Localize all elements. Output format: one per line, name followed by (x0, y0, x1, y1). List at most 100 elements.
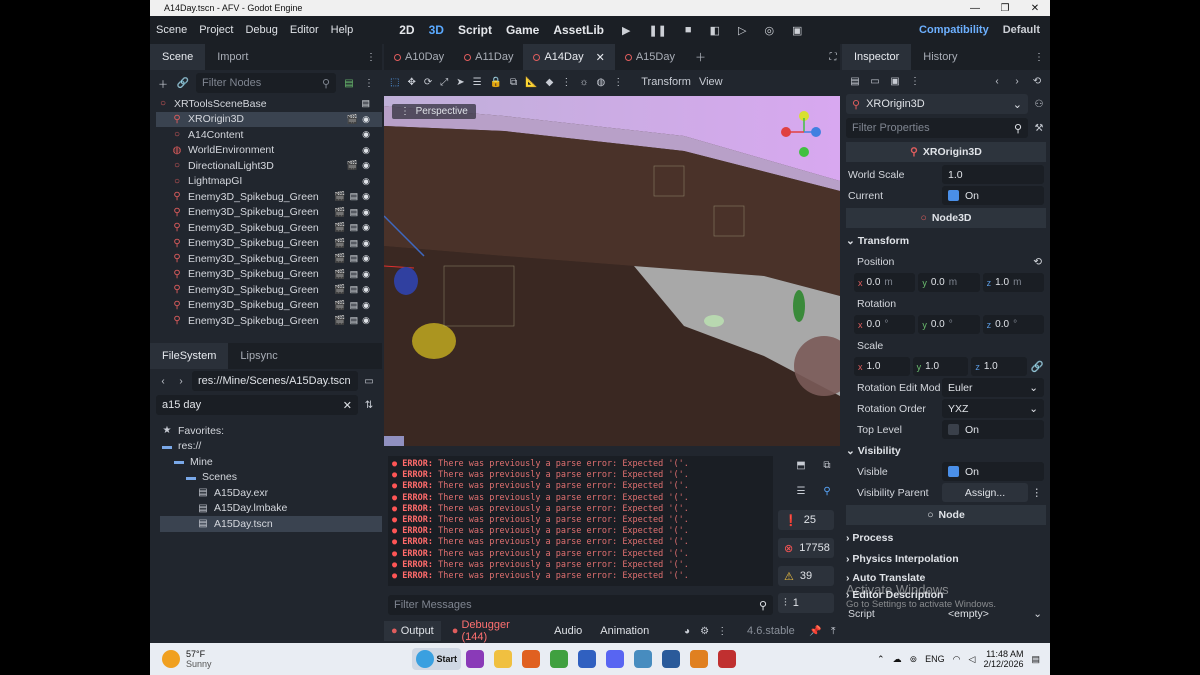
tab-debugger[interactable]: ● Debugger (144) (445, 619, 543, 643)
scale-z[interactable]: z 1.0 (971, 357, 1028, 376)
scene-tree-item[interactable]: ◍ WorldEnvironment ◉ (156, 143, 382, 159)
movie-icon[interactable]: ▣ (792, 24, 802, 37)
visibility-eye-icon[interactable]: ◉ (362, 238, 370, 249)
tree-menu-icon[interactable]: ⋮ (362, 76, 376, 90)
mode-script-button[interactable]: Script (458, 23, 492, 37)
mode-game-button[interactable]: Game (506, 23, 539, 37)
filter-properties-input[interactable]: Filter Properties ⚲ (846, 118, 1028, 138)
mode-3d-button[interactable]: 3D (429, 23, 444, 37)
environment-icon[interactable]: ◍ (597, 77, 606, 88)
link-icon[interactable]: 🔗 (176, 76, 190, 90)
pin-icon[interactable]: ⬒ (794, 458, 808, 472)
script-icon[interactable]: ▤ (350, 269, 359, 280)
scene-tree-item[interactable]: ⚲ Enemy3D_Spikebug_Green 🎬 ▤ ◉ (156, 205, 382, 221)
open-scene-icon[interactable]: 🎬 (334, 269, 345, 280)
app-icon-1[interactable] (466, 650, 485, 668)
file-search-input[interactable]: a15 day ✕ (156, 395, 358, 415)
rotation-z[interactable]: z 0.0 ° (982, 315, 1044, 334)
tab-output[interactable]: ● Output (384, 621, 441, 641)
firefox-icon[interactable] (522, 650, 541, 668)
physics-interpolation-section[interactable]: › Physics Interpolation (842, 548, 1050, 569)
notification-icon[interactable]: ▤ (1031, 654, 1040, 665)
app-icon-3[interactable] (718, 650, 737, 668)
mode-2d-button[interactable]: 2D (399, 23, 414, 37)
back-icon[interactable]: ‹ (156, 374, 170, 388)
scene-tree-item[interactable]: ⚲ XROrigin3D 🎬 ◉ (156, 111, 382, 127)
cube-icon[interactable]: ◆ (546, 77, 554, 88)
process-section[interactable]: › Process (842, 527, 1050, 548)
position-x[interactable]: x 0.0 m (854, 273, 916, 292)
property-tools-icon[interactable]: ⚒ (1032, 121, 1046, 135)
node-selector[interactable]: ⚲ XROrigin3D ⌄ (846, 94, 1028, 114)
file-tree-item[interactable]: ▤ A15Day.exr (160, 485, 382, 501)
stop-icon[interactable]: ■ (685, 24, 692, 37)
script-icon[interactable]: ▤ (350, 284, 359, 295)
visibility-eye-icon[interactable]: ◉ (362, 300, 370, 311)
tab-history[interactable]: History (911, 44, 969, 70)
layout-dropdown[interactable]: Default (1003, 24, 1040, 36)
visibility-eye-icon[interactable]: ◉ (362, 160, 370, 171)
godot-icon[interactable] (634, 650, 653, 668)
filter-messages-input[interactable]: Filter Messages ⚲ (388, 595, 773, 615)
more-icon[interactable]: ⋮ (364, 50, 378, 64)
scale-x[interactable]: x 1.0 (854, 357, 910, 376)
move-tool-icon[interactable]: ✥ (407, 77, 415, 88)
more-icon[interactable]: ⋮ (1032, 50, 1046, 64)
script-icon[interactable]: ▤ (350, 300, 359, 311)
menu-editor[interactable]: Editor (284, 24, 325, 36)
new-tab-button[interactable]: ＋ (685, 44, 716, 70)
script-icon[interactable]: ▤ (350, 191, 359, 202)
script-icon[interactable]: ▤ (350, 222, 359, 233)
shader-icon[interactable]: ◕ (680, 624, 694, 638)
clear-icon[interactable]: ✕ (343, 399, 352, 412)
tab-a14day[interactable]: A14Day ✕ (523, 44, 615, 70)
script-menu-icon[interactable]: ⌄ (1033, 608, 1042, 620)
select-tool-icon[interactable]: ⬚ (390, 77, 399, 88)
snap-icon[interactable]: ⋮ (561, 77, 571, 88)
open-scene-icon[interactable]: 🎬 (334, 300, 345, 311)
split-mode-icon[interactable]: ▭ (362, 374, 376, 388)
rotation-y[interactable]: y 0.0 ° (918, 315, 980, 334)
world-scale-field[interactable]: 1.0 (942, 165, 1044, 184)
tab-a15day[interactable]: A15Day (615, 44, 685, 70)
clear-log-icon[interactable]: ☰ (794, 484, 808, 498)
wifi-icon[interactable]: ◠ (953, 654, 961, 665)
scale-tool-icon[interactable]: ⤢ (440, 77, 448, 88)
open-folder-icon[interactable]: ▭ (868, 74, 882, 88)
visibility-eye-icon[interactable]: ◉ (362, 145, 370, 156)
top-level-checkbox[interactable]: On (942, 420, 1044, 439)
open-scene-icon[interactable]: 🎬 (334, 207, 345, 218)
start-button[interactable]: Start (411, 648, 462, 670)
app-icon-2[interactable] (662, 650, 681, 668)
tab-inspector[interactable]: Inspector (842, 44, 912, 70)
settings-toggle-icon[interactable]: ⚙ (698, 624, 712, 638)
sun-icon[interactable]: ☼ (579, 77, 588, 88)
pause-icon[interactable]: ❚❚ (648, 24, 666, 37)
file-tree-item[interactable]: ★ Favorites: (160, 423, 382, 439)
scene-tree-item[interactable]: ⚲ Enemy3D_Spikebug_Green 🎬 ▤ ◉ (156, 189, 382, 205)
weather-widget[interactable]: 57°F Sunny (150, 649, 212, 669)
list-icon[interactable]: ☰ (473, 77, 482, 88)
open-scene-icon[interactable]: 🎬 (334, 222, 345, 233)
visibility-eye-icon[interactable]: ◉ (362, 253, 370, 264)
visible-checkbox[interactable]: On (942, 462, 1044, 481)
visibility-eye-icon[interactable]: ◉ (362, 191, 370, 202)
tab-import[interactable]: Import (205, 44, 260, 70)
open-scene-icon[interactable]: 🎬 (334, 253, 345, 264)
cloud-icon[interactable]: ☁ (893, 654, 902, 665)
file-tree-item[interactable]: ▬ Mine (160, 454, 382, 470)
position-y[interactable]: y 0.0 m (918, 273, 980, 292)
scene-tree-item[interactable]: ⚲ Enemy3D_Spikebug_Green 🎬 ▤ ◉ (156, 298, 382, 314)
more-tools-icon[interactable]: ⋮ (613, 77, 623, 88)
tab-scene[interactable]: Scene (150, 44, 206, 70)
visibility-eye-icon[interactable]: ◉ (362, 315, 370, 326)
clock[interactable]: 11:48 AM 2/12/2026 (983, 649, 1023, 669)
mode-assetlib-button[interactable]: AssetLib (553, 23, 604, 37)
rotation-order-dropdown[interactable]: YXZ ⌄ (942, 399, 1044, 418)
visibility-eye-icon[interactable]: ◉ (362, 114, 370, 125)
warnings-count-badge[interactable]: ⚠ 39 (778, 566, 834, 586)
script-icon[interactable]: ▤ (350, 253, 359, 264)
tab-a10day[interactable]: A10Day (384, 44, 454, 70)
new-resource-icon[interactable]: ▤ (848, 74, 862, 88)
transform-menu[interactable]: Transform (641, 76, 691, 88)
